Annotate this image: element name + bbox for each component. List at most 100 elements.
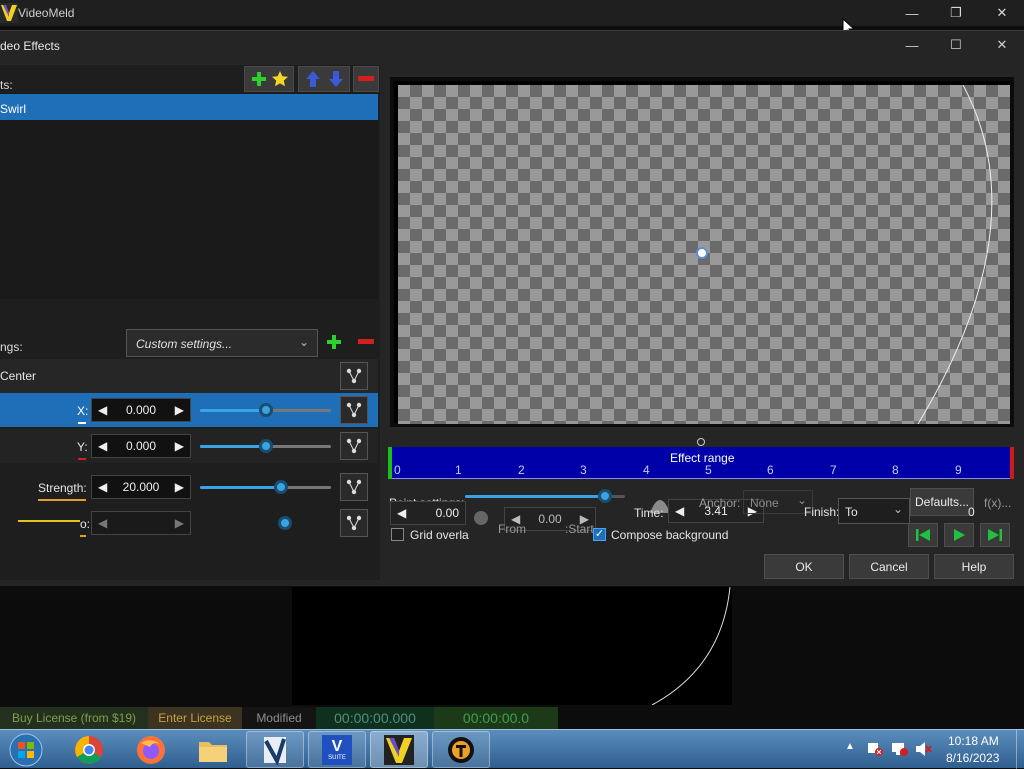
dialog-maximize-button[interactable]: ☐	[934, 31, 978, 59]
keyframe-button[interactable]	[340, 396, 368, 424]
minus-icon	[358, 339, 374, 344]
clock-time[interactable]: 10:18 AM	[948, 734, 999, 748]
preview-resize-handle[interactable]	[697, 438, 705, 446]
center-point-handle[interactable]	[696, 247, 708, 259]
settings-dropdown[interactable]: Custom settings... ⌄	[126, 329, 318, 357]
taskbar-vsuite[interactable]: V SUITE	[308, 731, 366, 768]
minimize-button[interactable]: —	[890, 0, 934, 26]
tick-label: 1	[455, 463, 462, 477]
effect-range-timeline[interactable]: Effect range 0 1 2 3 4 5 6 7 8 9	[388, 447, 1014, 479]
increment-icon[interactable]: ▶	[175, 516, 184, 530]
go-to-start-button[interactable]	[908, 523, 938, 547]
decrement-icon[interactable]: ◀	[98, 439, 107, 453]
maximize-icon: ☐	[950, 37, 962, 52]
keyframe-icon	[346, 402, 362, 418]
restore-icon: ❐	[950, 5, 962, 20]
go-to-end-button[interactable]	[980, 523, 1010, 547]
y-slider[interactable]	[200, 439, 331, 453]
axis-marker	[78, 458, 86, 460]
slider-thumb[interactable]	[278, 516, 293, 530]
play-button[interactable]	[944, 523, 974, 547]
taskbar-chrome[interactable]	[60, 731, 118, 768]
dialog-minimize-button[interactable]: —	[890, 31, 934, 59]
taskbar-firefox[interactable]	[122, 731, 180, 768]
taskbar-videomeld[interactable]	[370, 731, 428, 768]
x-value-spinner[interactable]: ◀ 0.000 ▶	[91, 398, 191, 422]
effect-name: Swirl	[0, 102, 26, 116]
show-hidden-icons-icon[interactable]: ▲	[845, 741, 855, 752]
hidden-value-spinner[interactable]: ◀ ▶	[91, 511, 191, 535]
start-button[interactable]	[6, 731, 46, 769]
strength-slider[interactable]	[200, 480, 331, 494]
effect-preview[interactable]	[390, 77, 1014, 427]
param-row-x[interactable]: X: ◀ 0.000 ▶	[0, 393, 378, 427]
keyframe-button[interactable]	[340, 432, 368, 460]
point-settings-slider[interactable]	[465, 489, 625, 503]
add-favorite-effect-button[interactable]	[244, 66, 294, 92]
param-label: Strength:	[38, 481, 87, 495]
point-value: 0.00	[435, 506, 459, 520]
volume-muted-icon[interactable]	[914, 741, 932, 757]
knob-icon[interactable]	[474, 511, 488, 525]
point-value-spinner[interactable]: ◀ 0.00	[390, 501, 466, 525]
finish-dropdown[interactable]: To ⌄	[838, 498, 910, 524]
strength-value-spinner[interactable]: ◀ 20.000 ▶	[91, 475, 191, 499]
param-row-y[interactable]: Y: ◀ 0.000 ▶	[0, 429, 378, 463]
param-row-hidden[interactable]: o: ◀ ▶	[0, 506, 378, 540]
taskbar-typer[interactable]	[432, 731, 490, 768]
cancel-button[interactable]: Cancel	[849, 554, 929, 579]
param-row-strength[interactable]: Strength: ◀ 20.000 ▶	[0, 470, 378, 504]
keyframe-button[interactable]	[340, 509, 368, 537]
buy-license-button[interactable]: Buy License (from $19)	[0, 707, 148, 729]
network-icon[interactable]	[890, 741, 908, 757]
compose-background-checkbox[interactable]: ✓	[593, 528, 606, 541]
ok-button[interactable]: OK	[764, 554, 844, 579]
taskbar-videomeld-pad[interactable]	[246, 731, 304, 768]
decrement-icon[interactable]: ◀	[98, 480, 107, 494]
increment-icon[interactable]: ▶	[175, 403, 184, 417]
dialog-close-button[interactable]: ✕	[980, 31, 1024, 59]
clock-date[interactable]: 8/16/2023	[946, 751, 999, 765]
slider-fill	[200, 445, 266, 448]
anchor-dropdown[interactable]: None ⌄	[743, 490, 813, 514]
add-settings-button[interactable]	[324, 329, 344, 355]
decrement-icon[interactable]: ◀	[98, 516, 107, 530]
decrement-icon[interactable]: ◀	[397, 506, 406, 520]
slider-thumb[interactable]	[274, 480, 289, 494]
remove-settings-button[interactable]	[356, 329, 376, 355]
fx-button[interactable]: f(x)...	[984, 496, 1011, 510]
help-button[interactable]: Help	[934, 554, 1014, 579]
effects-panel: ts: Swirl ngs: Custom settings... ⌄ Cent	[0, 65, 380, 580]
arrow-up-icon[interactable]	[303, 69, 323, 89]
minimize-icon: —	[905, 37, 919, 53]
increment-icon[interactable]: ▶	[175, 480, 184, 494]
show-desktop-button[interactable]	[1016, 730, 1024, 769]
finish-label: Finish:	[804, 505, 840, 519]
arrow-down-icon[interactable]	[326, 69, 346, 89]
tick-label: 7	[830, 463, 837, 477]
decrement-icon[interactable]: ◀	[98, 403, 107, 417]
enter-license-label: Enter License	[158, 711, 232, 725]
slider-thumb[interactable]	[258, 439, 273, 453]
enter-license-button[interactable]: Enter License	[148, 707, 242, 729]
remove-effect-button[interactable]	[353, 66, 379, 92]
action-center-icon[interactable]	[866, 741, 884, 757]
keyframe-button[interactable]	[340, 362, 368, 390]
y-value-spinner[interactable]: ◀ 0.000 ▶	[91, 434, 191, 458]
decrement-icon[interactable]: ◀	[675, 504, 684, 518]
close-button[interactable]: ✕	[980, 0, 1024, 26]
hidden-slider[interactable]	[200, 516, 331, 530]
restore-button[interactable]: ❐	[934, 0, 978, 26]
defaults-button[interactable]: Defaults...	[910, 488, 974, 516]
slider-thumb[interactable]	[258, 403, 273, 417]
list-item[interactable]: Swirl	[0, 94, 378, 120]
keyframe-button[interactable]	[340, 473, 368, 501]
timecode-value: 00:00:00.0	[462, 710, 530, 726]
grid-overlay-checkbox[interactable]	[391, 528, 404, 541]
keyframe-icon	[346, 438, 362, 454]
taskbar-explorer[interactable]	[184, 731, 242, 768]
increment-icon[interactable]: ▶	[175, 439, 184, 453]
x-slider[interactable]	[200, 403, 331, 417]
tick-label: 5	[705, 463, 712, 477]
slider-thumb[interactable]	[598, 489, 612, 503]
